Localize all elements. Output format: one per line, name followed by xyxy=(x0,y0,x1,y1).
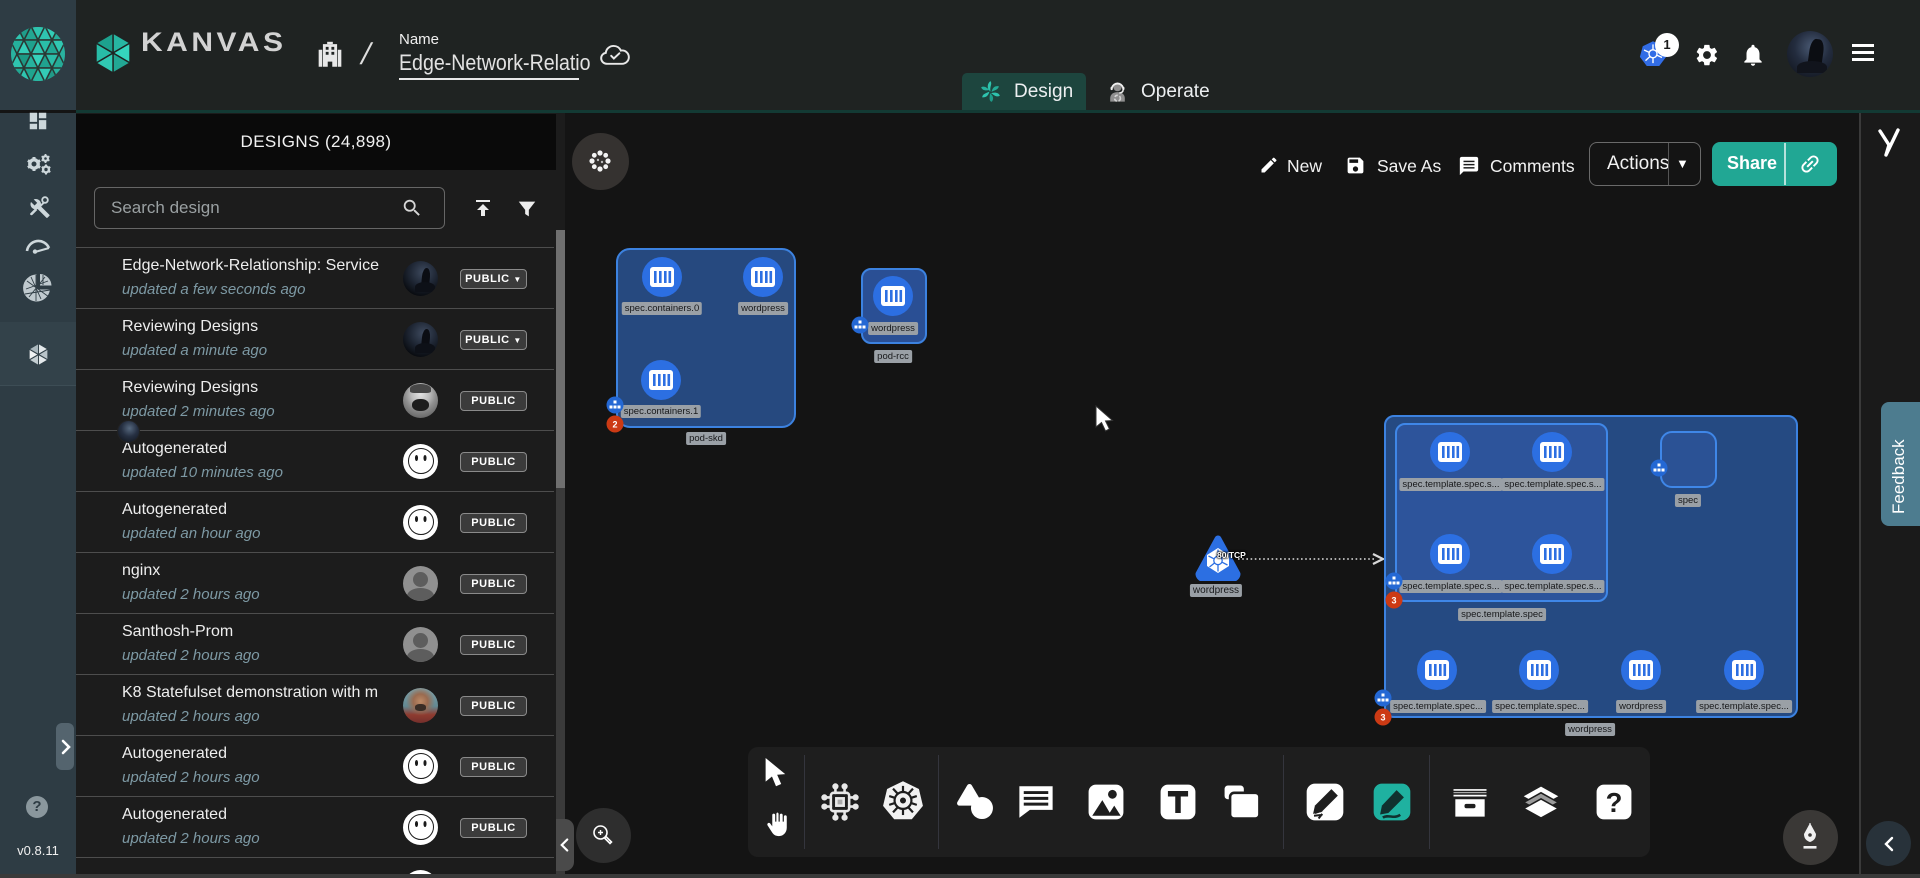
svg-text:?: ? xyxy=(1606,787,1623,818)
